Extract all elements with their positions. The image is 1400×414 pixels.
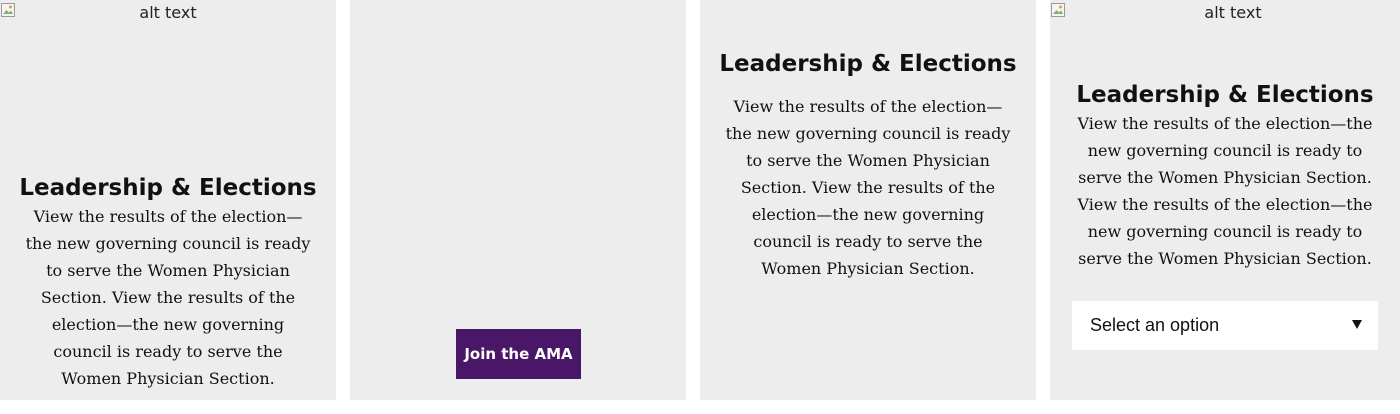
card-description: View the results of the election—the new…	[25, 207, 311, 388]
card-image: alt text	[0, 2, 336, 24]
card-heading: Leadership & Elections	[19, 175, 317, 201]
promo-card-4: alt text Leadership & Elections View the…	[1050, 0, 1400, 400]
card-description: View the results of the election—the new…	[725, 97, 1011, 278]
promo-card-3: Leadership & Elections View the results …	[700, 0, 1036, 400]
select-selected-value: Select an option	[1090, 315, 1220, 335]
broken-image-icon	[1051, 3, 1065, 17]
option-select[interactable]: Select an option	[1072, 301, 1378, 350]
card-heading: Leadership & Elections	[719, 51, 1017, 77]
promo-card-2: Join the AMA	[350, 0, 686, 400]
join-ama-button[interactable]: Join the AMA	[456, 329, 581, 379]
image-alt-text: alt text	[139, 3, 197, 22]
card-heading: Leadership & Elections	[1076, 82, 1374, 108]
broken-image-icon	[1, 3, 15, 17]
promo-card-1: alt text Leadership & Elections View the…	[0, 0, 336, 400]
image-alt-text: alt text	[1204, 3, 1262, 22]
card-image: alt text	[1050, 2, 1400, 24]
card-description: View the results of the election—the new…	[1077, 114, 1373, 268]
caret-down-icon	[1352, 320, 1362, 329]
